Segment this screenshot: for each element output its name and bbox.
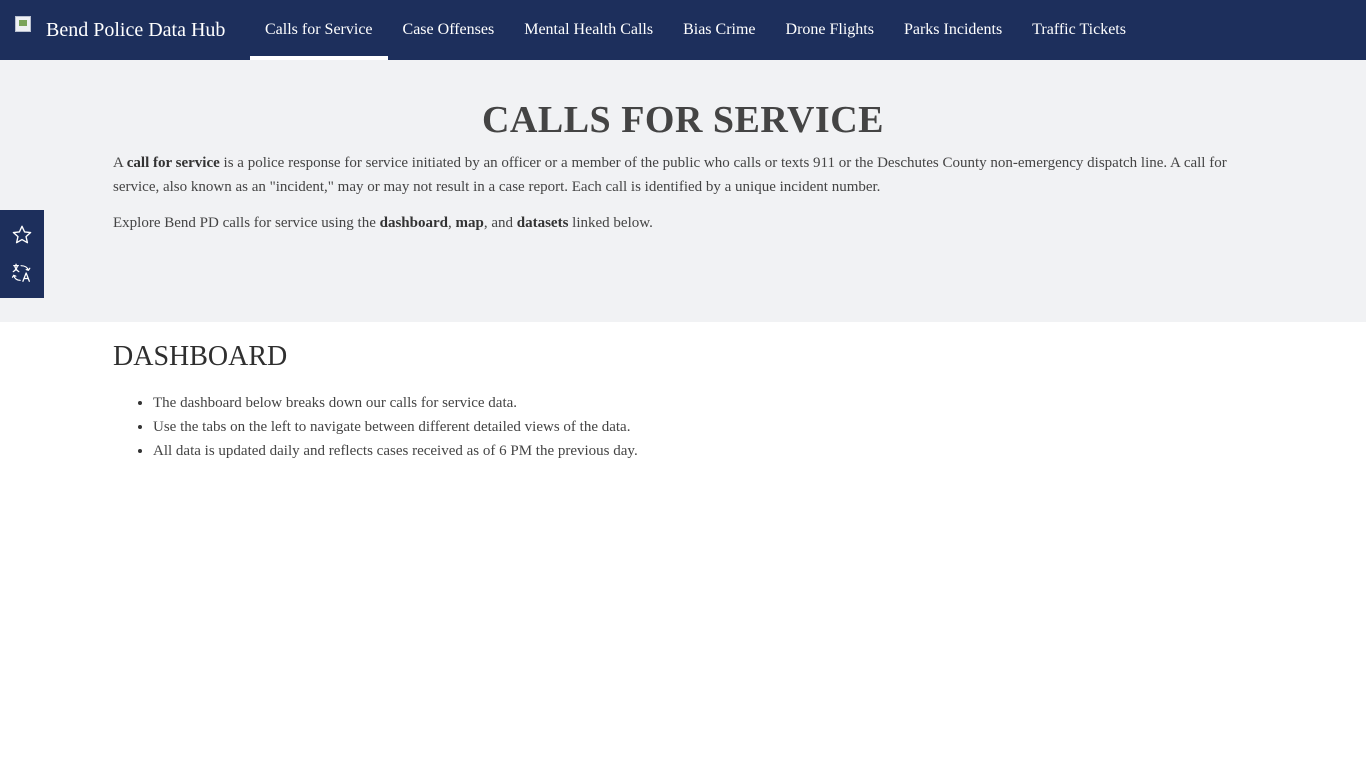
star-icon bbox=[12, 225, 32, 244]
nav-traffic-tickets[interactable]: Traffic Tickets bbox=[1017, 0, 1141, 60]
dashboard-heading: DASHBOARD bbox=[113, 341, 288, 372]
list-item: The dashboard below breaks down our call… bbox=[153, 391, 638, 415]
term-call-for-service: call for service bbox=[126, 155, 220, 171]
nav-drone-flights[interactable]: Drone Flights bbox=[771, 0, 889, 60]
nav-mental-health-calls[interactable]: Mental Health Calls bbox=[509, 0, 668, 60]
top-navbar: Bend Police Data Hub Calls for Service C… bbox=[0, 0, 1366, 60]
site-title: Bend Police Data Hub bbox=[46, 18, 226, 41]
nav-case-offenses[interactable]: Case Offenses bbox=[388, 0, 510, 60]
logo-image-icon bbox=[15, 16, 31, 32]
list-item: Use the tabs on the left to navigate bet… bbox=[153, 415, 638, 439]
explore-paragraph: Explore Bend PD calls for service using … bbox=[113, 215, 653, 231]
translate-button[interactable] bbox=[7, 258, 37, 288]
page-title: CALLS FOR SERVICE bbox=[481, 99, 885, 141]
dashboard-keyword: dashboard bbox=[379, 215, 448, 231]
nav-calls-for-service[interactable]: Calls for Service bbox=[250, 0, 388, 60]
favorite-button[interactable] bbox=[7, 220, 37, 250]
nav-parks-incidents[interactable]: Parks Incidents bbox=[889, 0, 1017, 60]
nav-bias-crime[interactable]: Bias Crime bbox=[668, 0, 770, 60]
site-brand[interactable]: Bend Police Data Hub bbox=[0, 0, 250, 60]
hero-section: CALLS FOR SERVICE A call for service is … bbox=[0, 60, 1366, 322]
dashboard-notes-list: The dashboard below breaks down our call… bbox=[153, 391, 638, 463]
translate-icon bbox=[11, 263, 31, 282]
main-nav: Calls for Service Case Offenses Mental H… bbox=[250, 0, 1141, 60]
datasets-keyword: datasets bbox=[516, 215, 569, 231]
side-toolbar bbox=[0, 210, 44, 298]
list-item: All data is updated daily and reflects c… bbox=[153, 439, 638, 463]
intro-paragraph: A call for service is a police response … bbox=[113, 155, 1227, 195]
map-keyword: map bbox=[455, 215, 484, 231]
